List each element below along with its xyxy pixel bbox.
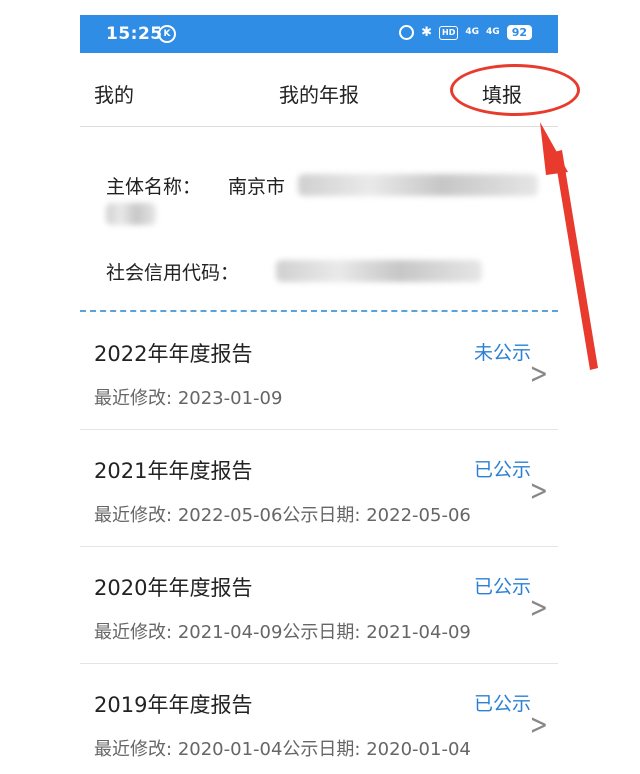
report-title: 2021年年度报告 <box>94 459 253 483</box>
redacted-name <box>298 174 538 196</box>
published-date: 2022-05-06 <box>366 505 471 526</box>
report-title: 2020年年度报告 <box>94 576 253 600</box>
redacted-credit-code <box>276 260 482 282</box>
report-status: 已公示 <box>473 693 531 715</box>
published-label: 公示日期: <box>282 739 361 760</box>
modified-label: 最近修改: <box>94 739 173 760</box>
chevron-right-icon: > <box>529 358 548 391</box>
report-status: 已公示 <box>473 459 531 481</box>
modified-date: 2020-01-04 <box>177 739 283 760</box>
report-meta: 最近修改: 2022-05-06公示日期: 2022-05-06 <box>94 501 471 527</box>
chevron-right-icon: > <box>529 709 548 742</box>
redacted-name-2 <box>106 203 156 225</box>
status-time: 15:25 <box>106 24 163 44</box>
hd-icon: HD <box>439 25 459 40</box>
chevron-right-icon: > <box>529 592 548 625</box>
report-meta: 最近修改: 2023-01-09 <box>94 384 282 410</box>
modified-label: 最近修改: <box>94 622 173 643</box>
published-label: 公示日期: <box>282 622 361 643</box>
chevron-right-icon: > <box>529 475 548 508</box>
modified-label: 最近修改: <box>94 388 173 409</box>
credit-code-label: 社会信用代码： <box>106 262 240 284</box>
modified-date: 2022-05-06 <box>177 505 283 526</box>
published-date: 2021-04-09 <box>366 622 471 643</box>
alarm-icon <box>399 25 415 40</box>
k-icon: K <box>158 25 176 43</box>
published-label: 公示日期: <box>282 505 361 526</box>
modified-date: 2023-01-09 <box>177 388 283 409</box>
signal-icon-2: 4G <box>486 27 500 37</box>
nav-divider <box>80 126 558 127</box>
annotation-ellipse <box>450 64 580 116</box>
phone-screen: 15:25 K ✱ HD 4G 4G 92 我的 我的年报 填报 主体名称： 南… <box>80 0 558 774</box>
entity-name-value: 南京市 <box>228 176 286 198</box>
annotation-arrow-shaft <box>554 150 598 370</box>
signal-icon: 4G <box>465 27 480 37</box>
published-date: 2020-01-04 <box>366 739 471 760</box>
report-item[interactable]: 2022年年度报告 未公示 最近修改: 2023-01-09 > <box>80 312 558 430</box>
entity-name-label: 主体名称： <box>106 176 202 198</box>
report-meta: 最近修改: 2020-01-04公示日期: 2020-01-04 <box>94 735 471 761</box>
report-title: 2022年年度报告 <box>94 342 253 366</box>
report-status: 已公示 <box>473 576 531 598</box>
report-status: 未公示 <box>473 342 531 364</box>
report-title: 2019年年度报告 <box>94 693 253 717</box>
report-meta: 最近修改: 2021-04-09公示日期: 2021-04-09 <box>94 618 471 644</box>
report-item[interactable]: 2021年年度报告 已公示 最近修改: 2022-05-06公示日期: 2022… <box>80 429 558 547</box>
modified-date: 2021-04-09 <box>177 622 283 643</box>
battery-icon: 92 <box>506 25 532 40</box>
status-icons: ✱ HD 4G 4G 92 <box>399 25 532 40</box>
status-bar: 15:25 K ✱ HD 4G 4G 92 <box>80 15 558 53</box>
modified-label: 最近修改: <box>94 505 173 526</box>
report-item[interactable]: 2019年年度报告 已公示 最近修改: 2020-01-04公示日期: 2020… <box>80 663 558 774</box>
bluetooth-icon: ✱ <box>421 25 433 40</box>
report-item[interactable]: 2020年年度报告 已公示 最近修改: 2021-04-09公示日期: 2021… <box>80 546 558 664</box>
